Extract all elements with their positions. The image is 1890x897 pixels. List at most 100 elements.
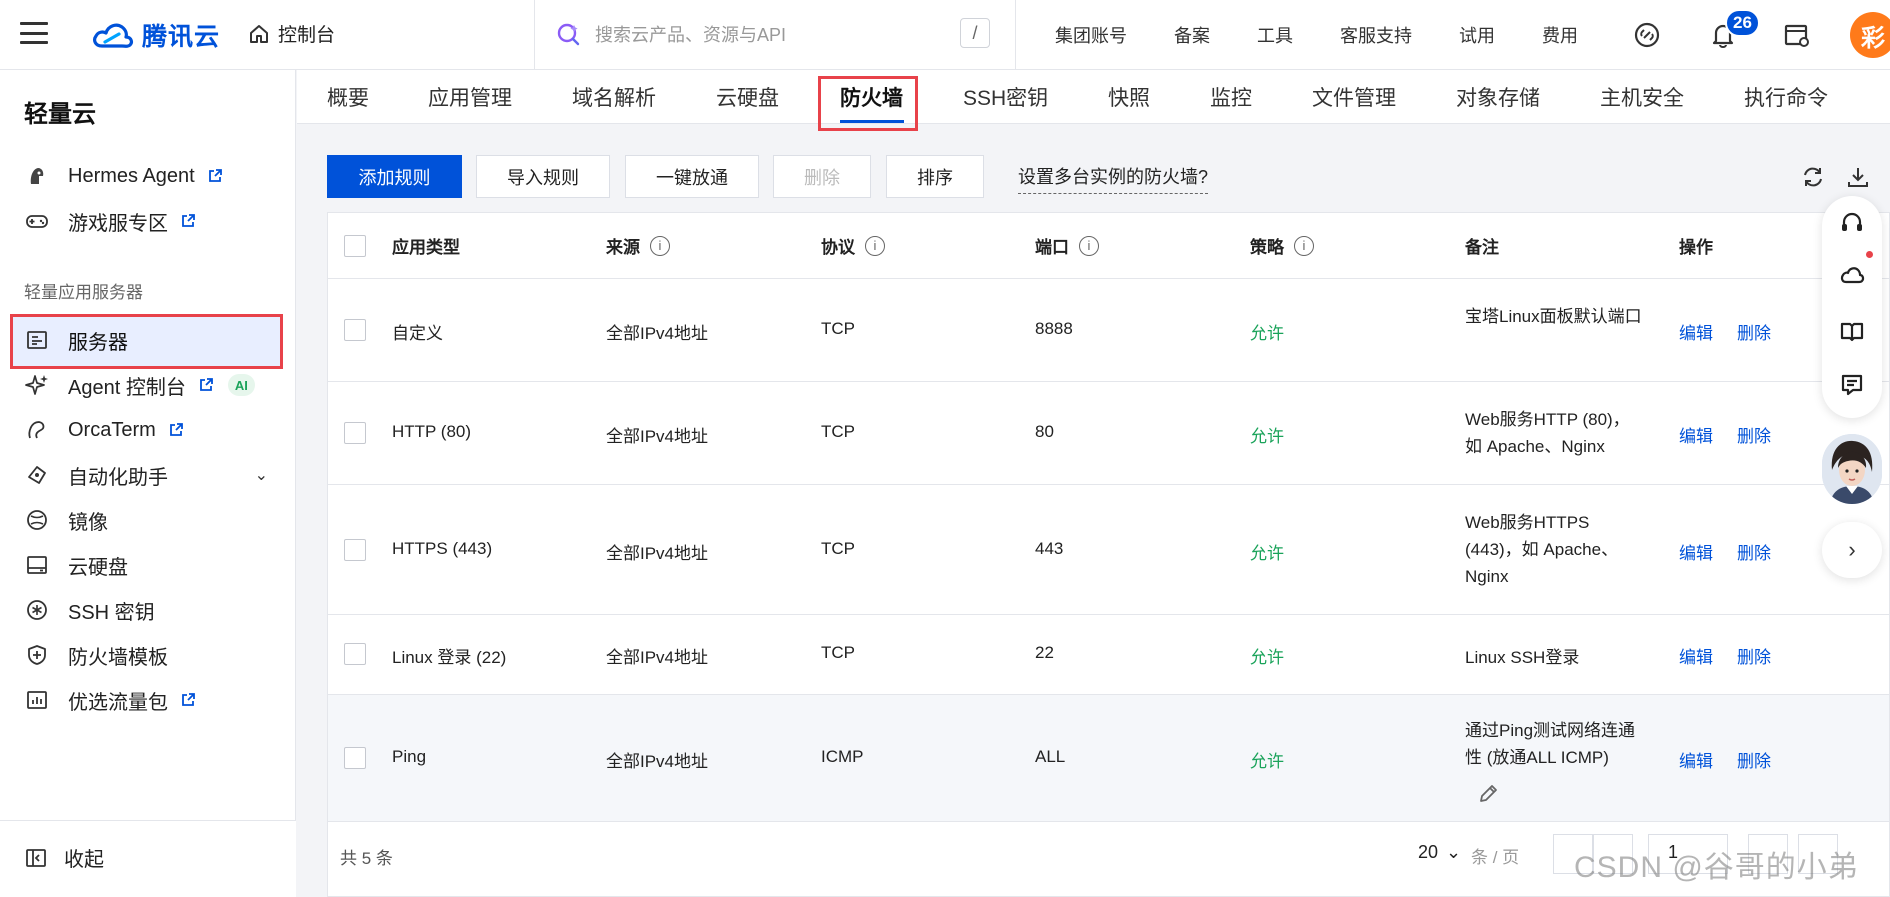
sparkle-icon bbox=[24, 372, 50, 398]
external-link-icon bbox=[169, 423, 183, 436]
delete-link[interactable]: 删除 bbox=[1737, 422, 1771, 447]
edit-link[interactable]: 编辑 bbox=[1679, 422, 1713, 447]
search-placeholder: 搜索云产品、资源与API bbox=[595, 25, 787, 45]
sidebar-item-label: 云硬盘 bbox=[68, 556, 128, 579]
cell-protocol: TCP bbox=[821, 319, 855, 338]
top-link-tools[interactable]: 工具 bbox=[1257, 22, 1293, 48]
header-policy-label: 策略 bbox=[1250, 238, 1284, 257]
cell-policy: 允许 bbox=[1250, 427, 1284, 446]
delete-link[interactable]: 删除 bbox=[1737, 539, 1771, 564]
note-text: 通过Ping测试网络连通性 (放通ALL ICMP) bbox=[1465, 721, 1636, 767]
tab-file-management[interactable]: 文件管理 bbox=[1312, 82, 1396, 112]
cell-source: 全部IPv4地址 bbox=[606, 324, 709, 343]
tab-host-security[interactable]: 主机安全 bbox=[1600, 82, 1684, 112]
info-icon[interactable]: i bbox=[1294, 235, 1314, 256]
top-link-trial[interactable]: 试用 bbox=[1459, 22, 1495, 48]
top-link-icp[interactable]: 备案 bbox=[1174, 22, 1210, 48]
delete-button[interactable]: 删除 bbox=[773, 155, 871, 198]
disk-icon bbox=[24, 552, 50, 578]
select-all-checkbox[interactable] bbox=[344, 235, 366, 257]
sort-button[interactable]: 排序 bbox=[886, 155, 984, 198]
header-note: 备注 bbox=[1465, 238, 1499, 257]
table-row: HTTPS (443) 全部IPv4地址 TCP 443 允许 Web服务HTT… bbox=[328, 485, 1889, 615]
row-checkbox[interactable] bbox=[344, 319, 366, 341]
top-link-group-account[interactable]: 集团账号 bbox=[1055, 22, 1127, 48]
book-icon[interactable] bbox=[1839, 318, 1865, 344]
brand-logo[interactable]: 腾讯云 bbox=[92, 18, 220, 52]
delete-link[interactable]: 删除 bbox=[1737, 643, 1771, 668]
tab-object-storage[interactable]: 对象存储 bbox=[1456, 82, 1540, 112]
sidebar-item-traffic-packages[interactable]: 优选流量包 bbox=[10, 674, 282, 726]
table-row: 自定义 全部IPv4地址 TCP 8888 允许 宝塔Linux面板默认端口 编… bbox=[328, 279, 1889, 382]
delete-link[interactable]: 删除 bbox=[1737, 747, 1771, 772]
search-input[interactable]: 搜索云产品、资源与API bbox=[555, 14, 995, 54]
tab-run-command[interactable]: 执行命令 bbox=[1744, 82, 1828, 112]
collapse-button[interactable]: 收起 bbox=[24, 843, 104, 872]
header-app-type: 应用类型 bbox=[392, 238, 460, 257]
info-icon[interactable]: i bbox=[865, 235, 885, 256]
edit-link[interactable]: 编辑 bbox=[1679, 747, 1713, 772]
multi-instance-firewall-link[interactable]: 设置多台实例的防火墙? bbox=[1018, 163, 1209, 194]
page-size-select[interactable]: 20 ⌄ bbox=[1418, 842, 1461, 863]
row-checkbox[interactable] bbox=[344, 747, 366, 769]
highlight-box-firewall-tab bbox=[818, 76, 918, 131]
menu-icon[interactable] bbox=[20, 22, 48, 44]
cell-app-type: Ping bbox=[392, 747, 427, 766]
tab-overview[interactable]: 概要 bbox=[327, 82, 369, 112]
info-icon[interactable]: i bbox=[1079, 235, 1099, 256]
cloud-chat-icon[interactable] bbox=[1839, 262, 1865, 288]
tab-snapshots[interactable]: 快照 bbox=[1108, 82, 1150, 112]
sidebar-item-label: Agent 控制台 bbox=[68, 376, 186, 399]
edit-note-icon[interactable] bbox=[1476, 782, 1500, 806]
cell-policy: 允许 bbox=[1250, 648, 1284, 667]
tab-dns[interactable]: 域名解析 bbox=[572, 82, 656, 112]
table-row: Linux 登录 (22) 全部IPv4地址 TCP 22 允许 Linux S… bbox=[328, 615, 1889, 695]
feedback-icon[interactable] bbox=[1839, 372, 1865, 398]
chevron-down-icon[interactable]: ⌄ bbox=[255, 465, 268, 485]
home-icon bbox=[250, 24, 268, 43]
tab-ssh-keys[interactable]: SSH密钥 bbox=[963, 82, 1048, 112]
tab-app-management[interactable]: 应用管理 bbox=[428, 82, 512, 112]
info-icon[interactable]: i bbox=[650, 235, 670, 256]
cell-app-type: HTTPS (443) bbox=[392, 539, 493, 558]
link-icon[interactable] bbox=[1632, 20, 1662, 50]
sidebar-item-label: SSH 密钥 bbox=[68, 601, 155, 624]
add-rule-button[interactable]: 添加规则 bbox=[327, 155, 462, 198]
top-link-support[interactable]: 客服支持 bbox=[1340, 22, 1412, 48]
import-rules-button[interactable]: 导入规则 bbox=[476, 155, 610, 198]
top-link-billing[interactable]: 费用 bbox=[1542, 22, 1578, 48]
cell-actions: 编辑 删除 bbox=[1679, 319, 1795, 344]
row-checkbox[interactable] bbox=[344, 422, 366, 444]
user-avatar[interactable]: 彩 bbox=[1850, 12, 1890, 58]
edit-link[interactable]: 编辑 bbox=[1679, 643, 1713, 668]
tab-monitoring[interactable]: 监控 bbox=[1210, 82, 1252, 112]
cell-note: Web服务HTTP (80)，如 Apache、Nginx bbox=[1465, 406, 1645, 460]
chevron-right-icon[interactable]: › bbox=[1822, 522, 1882, 578]
cell-port: 8888 bbox=[1035, 319, 1073, 338]
cell-source: 全部IPv4地址 bbox=[606, 427, 709, 446]
sidebar-footer: 收起 bbox=[0, 820, 296, 897]
ticket-settings-icon[interactable] bbox=[1782, 20, 1812, 50]
edit-link[interactable]: 编辑 bbox=[1679, 319, 1713, 344]
watermark: CSDN @谷哥的小弟 bbox=[1574, 851, 1859, 884]
cell-port: 80 bbox=[1035, 422, 1054, 441]
console-link[interactable]: 控制台 bbox=[248, 20, 335, 47]
external-link-icon bbox=[208, 169, 222, 182]
assistant-avatar[interactable] bbox=[1822, 434, 1882, 504]
refresh-icon[interactable] bbox=[1800, 164, 1826, 190]
tab-cloud-disk[interactable]: 云硬盘 bbox=[716, 82, 779, 112]
one-click-open-button[interactable]: 一键放通 bbox=[625, 155, 759, 198]
table-row: HTTP (80) 全部IPv4地址 TCP 80 允许 Web服务HTTP (… bbox=[328, 382, 1889, 485]
headset-icon[interactable] bbox=[1839, 210, 1865, 236]
header-protocol: 协议 i bbox=[821, 233, 885, 258]
edit-link[interactable]: 编辑 bbox=[1679, 539, 1713, 564]
download-icon[interactable] bbox=[1845, 164, 1871, 190]
row-checkbox[interactable] bbox=[344, 643, 366, 665]
sidebar-item-game-servers[interactable]: 游戏服专区 bbox=[10, 195, 282, 247]
delete-link[interactable]: 删除 bbox=[1737, 319, 1771, 344]
row-checkbox[interactable] bbox=[344, 539, 366, 561]
cell-protocol: TCP bbox=[821, 643, 855, 662]
cell-port: ALL bbox=[1035, 747, 1066, 766]
cell-protocol: ICMP bbox=[821, 747, 864, 766]
notification-dot bbox=[1866, 251, 1873, 258]
